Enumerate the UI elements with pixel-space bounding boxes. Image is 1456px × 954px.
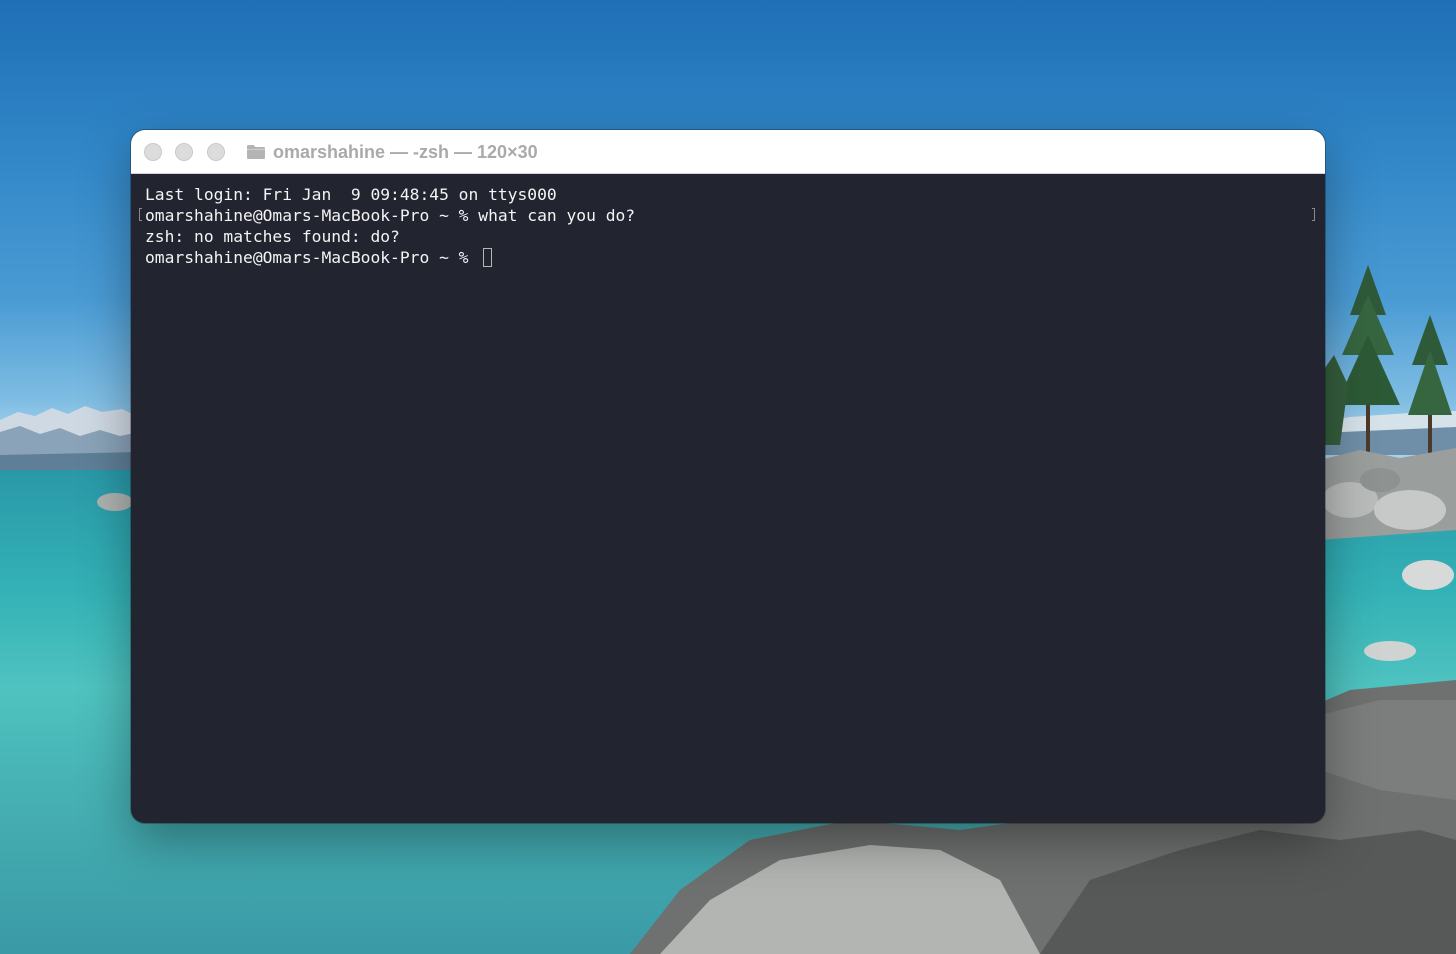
snowy-mountains-left [0,406,140,480]
shore-rocks [1320,448,1456,540]
command-mark-right [1312,208,1315,221]
window-title: omarshahine — -zsh — 120×30 [273,142,538,162]
close-button[interactable] [144,143,162,161]
rock [97,493,133,511]
minimize-button[interactable] [175,143,193,161]
title-bar[interactable]: omarshahine — -zsh — 120×30 [131,130,1325,174]
prompt-line[interactable]: omarshahine@Omars-MacBook-Pro ~ % [145,248,493,268]
zoom-button[interactable] [207,143,225,161]
rock [1364,641,1416,661]
prompt-text: omarshahine@Omars-MacBook-Pro ~ % [145,248,479,267]
rock [1402,560,1454,590]
terminal-line: zsh: no matches found: do? [145,227,400,246]
terminal-content[interactable]: Last login: Fri Jan 9 09:48:45 on ttys00… [131,174,1325,823]
text-cursor [483,248,493,267]
terminal-line: Last login: Fri Jan 9 09:48:45 on ttys00… [145,185,557,204]
folder-icon [247,145,265,159]
terminal-window[interactable]: omarshahine — -zsh — 120×30 Last login: … [131,130,1325,823]
command-mark-left [139,208,142,221]
terminal-line: omarshahine@Omars-MacBook-Pro ~ % what c… [145,206,636,225]
